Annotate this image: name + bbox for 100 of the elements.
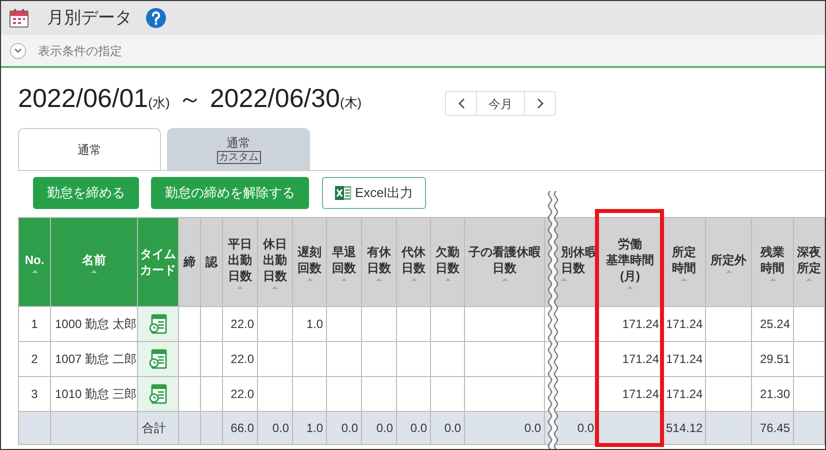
column-header[interactable]: 基準時間 bbox=[606, 252, 654, 268]
tab-label: 通常 bbox=[78, 142, 102, 158]
sort-icon[interactable] bbox=[376, 278, 382, 280]
table-cell-text: 171.24 bbox=[622, 387, 659, 401]
table-cell-text: 0.0 bbox=[444, 421, 461, 435]
timecard-icon[interactable] bbox=[149, 384, 167, 404]
chevron-down-icon bbox=[14, 48, 22, 54]
table-cell-text: 25.24 bbox=[760, 317, 790, 331]
column-header[interactable]: 日数 bbox=[492, 260, 516, 276]
table-cell-text: 22.0 bbox=[230, 317, 254, 331]
column-header[interactable]: 出勤 bbox=[263, 252, 287, 268]
table-cell-text: 1007 勤怠 二郎 bbox=[55, 352, 136, 366]
table-cell-text: 514.12 bbox=[666, 421, 703, 435]
tab-badge: カスタム bbox=[216, 151, 260, 164]
column-header[interactable]: 日数 bbox=[263, 268, 287, 284]
table-cell-text: 1010 勤怠 三郎 bbox=[55, 387, 136, 401]
table-cell-text: 0.0 bbox=[272, 421, 289, 435]
timecard-icon[interactable] bbox=[149, 314, 167, 334]
filter-label[interactable]: 表示条件の指定 bbox=[38, 42, 122, 60]
weekday-text: (水) bbox=[148, 94, 170, 112]
column-header[interactable]: (月) bbox=[620, 268, 640, 284]
sort-icon[interactable] bbox=[272, 286, 278, 288]
column-header[interactable]: 平日 bbox=[228, 236, 252, 252]
column-header[interactable]: 回数 bbox=[332, 260, 356, 276]
column-header[interactable]: 時間 bbox=[672, 260, 696, 276]
table-cell-text: 171.24 bbox=[666, 352, 703, 366]
column-header[interactable]: 早退 bbox=[332, 244, 356, 260]
expand-toggle[interactable] bbox=[10, 42, 26, 58]
sort-icon[interactable] bbox=[341, 278, 347, 280]
table-cell-text: 171.24 bbox=[622, 352, 659, 366]
table-cell-text: 1.0 bbox=[306, 421, 323, 435]
column-header[interactable]: 遅刻 bbox=[298, 244, 322, 260]
sort-icon[interactable] bbox=[806, 278, 812, 280]
sort-icon[interactable] bbox=[561, 278, 567, 280]
table-cell-text: 0.0 bbox=[577, 421, 594, 435]
sort-icon[interactable] bbox=[32, 270, 38, 272]
date-text: 2022/06/01 bbox=[18, 82, 148, 115]
column-header[interactable]: 労働 bbox=[618, 236, 642, 252]
sort-icon[interactable] bbox=[410, 278, 416, 280]
date-text: 2022/06/30 bbox=[210, 82, 340, 115]
table-cell-text: 0.0 bbox=[410, 421, 427, 435]
column-header[interactable]: 日数 bbox=[367, 260, 391, 276]
window-title: 月別データ bbox=[47, 7, 132, 30]
table-cell-text: 0.0 bbox=[524, 421, 541, 435]
weekday-text: (木) bbox=[340, 94, 362, 112]
table-cell-text: 22.0 bbox=[230, 387, 254, 401]
table-cell-text: 66.0 bbox=[230, 421, 254, 435]
column-header[interactable]: 認 bbox=[206, 254, 218, 270]
column-header[interactable]: 締 bbox=[184, 254, 196, 270]
tab[interactable]: 通常 bbox=[18, 128, 161, 170]
table-cell-text: 3 bbox=[31, 387, 38, 401]
column-header[interactable]: 代休 bbox=[402, 244, 426, 260]
sort-icon[interactable] bbox=[770, 278, 776, 280]
sort-icon[interactable] bbox=[91, 270, 97, 272]
column-header[interactable]: 日数 bbox=[436, 260, 460, 276]
sort-icon[interactable] bbox=[237, 286, 243, 288]
table-cell-text: 1 bbox=[31, 317, 38, 331]
table-cell-text: 1000 勤怠 太郎 bbox=[55, 317, 136, 331]
column-header[interactable]: 所定 bbox=[797, 260, 821, 276]
table-cell-text: 29.51 bbox=[760, 352, 790, 366]
table-cell-text: 1.0 bbox=[306, 317, 323, 331]
chevron-left-icon bbox=[458, 98, 464, 109]
table-cell-text: 合計 bbox=[142, 421, 166, 435]
column-header[interactable]: 回数 bbox=[298, 260, 322, 276]
help-icon[interactable] bbox=[146, 8, 166, 28]
table-cell-text: 171.24 bbox=[622, 317, 659, 331]
column-header[interactable]: 欠勤 bbox=[436, 244, 460, 260]
column-header[interactable]: 出勤 bbox=[228, 252, 252, 268]
sort-icon[interactable] bbox=[726, 270, 732, 272]
table-cell-text: 171.24 bbox=[666, 317, 703, 331]
timecard-icon[interactable] bbox=[149, 349, 167, 369]
table-cell-text: 0.0 bbox=[376, 421, 393, 435]
column-header[interactable]: 時間 bbox=[760, 260, 784, 276]
calendar-icon bbox=[9, 8, 29, 28]
table-cell-text: 22.0 bbox=[230, 352, 254, 366]
table-cell-text: 171.24 bbox=[666, 387, 703, 401]
column-header[interactable]: 子の看護休暇 bbox=[468, 244, 540, 260]
column-header[interactable]: 休日 bbox=[263, 236, 287, 252]
table-cell-text: 2 bbox=[31, 352, 38, 366]
column-header[interactable]: 日数 bbox=[228, 268, 252, 284]
sort-icon[interactable] bbox=[444, 278, 450, 280]
column-header[interactable]: 所定 bbox=[672, 244, 696, 260]
tab-label: 通常 bbox=[226, 136, 250, 150]
spreadsheet-icon bbox=[335, 186, 351, 200]
column-header[interactable]: 残業 bbox=[760, 244, 784, 260]
sort-icon[interactable] bbox=[306, 278, 312, 280]
column-header[interactable]: 深夜 bbox=[797, 244, 821, 260]
column-header[interactable]: 有休 bbox=[367, 244, 391, 260]
column-header[interactable]: 日数 bbox=[561, 260, 585, 276]
table-cell-text: 0.0 bbox=[341, 421, 358, 435]
export-button[interactable]: Excel出力 bbox=[322, 177, 426, 209]
range-separator: ～ bbox=[178, 85, 202, 115]
column-header[interactable]: 日数 bbox=[402, 260, 426, 276]
tab[interactable]: 通常 カスタム bbox=[167, 128, 310, 170]
sort-icon[interactable] bbox=[502, 278, 508, 280]
table-cell-text: 76.45 bbox=[760, 421, 790, 435]
sort-icon[interactable] bbox=[681, 278, 687, 280]
sort-icon[interactable] bbox=[627, 286, 633, 288]
column-header[interactable]: 所定外 bbox=[710, 252, 746, 268]
chevron-right-icon bbox=[536, 98, 544, 109]
